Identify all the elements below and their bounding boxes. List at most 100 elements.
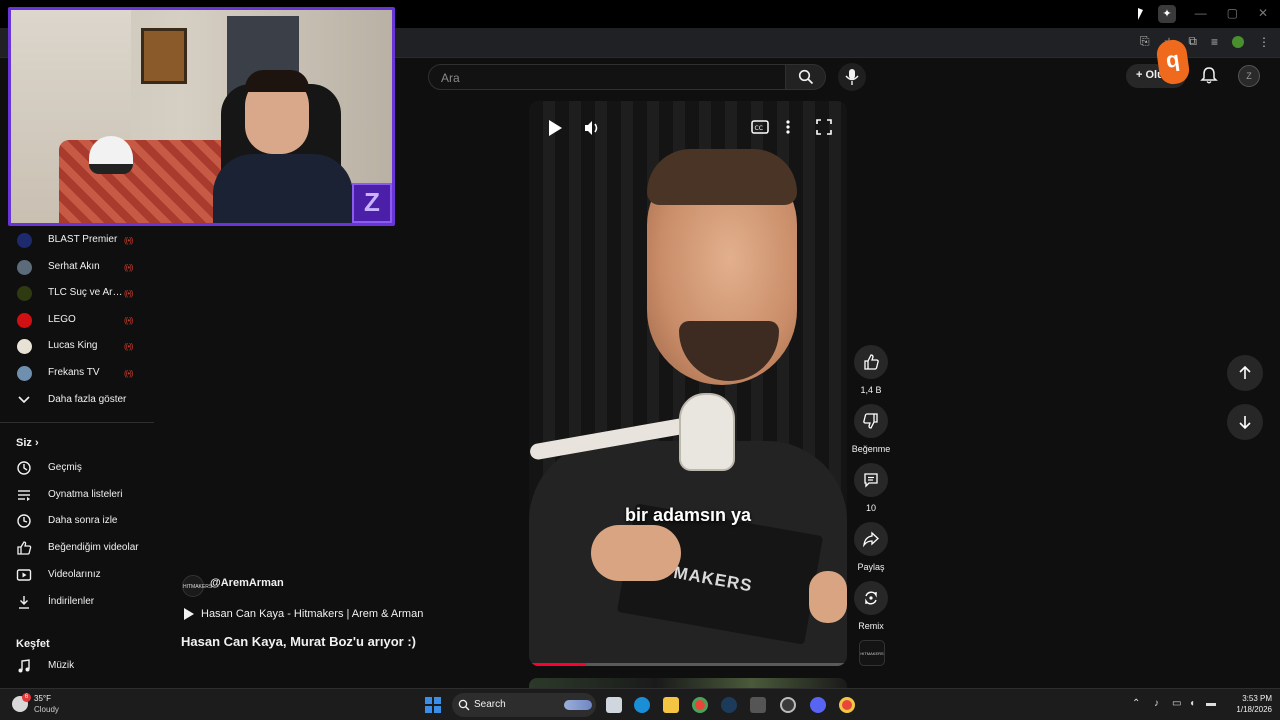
nav-item[interactable]: İndirilenler	[0, 590, 154, 616]
sound-source-avatar[interactable]: HITMAKERS	[859, 640, 885, 666]
chrome-profile-icon[interactable]	[839, 697, 855, 713]
sidebar-divider	[0, 422, 154, 423]
arrow-up-icon	[1239, 365, 1251, 379]
mute-button[interactable]	[583, 119, 603, 139]
show-more-label: Daha fazla göster	[48, 394, 127, 405]
taskbar-search[interactable]: Search	[452, 693, 596, 717]
thumbs-up-icon	[864, 354, 879, 370]
like-button[interactable]	[854, 345, 888, 379]
windows-start-icon[interactable]	[425, 697, 441, 713]
windows-taskbar: 6 35°F Cloudy Search ⌃ ♪ ▭ ◖ ▬ 3:53 PM 1…	[0, 688, 1280, 720]
microphone-icon[interactable]: ♪	[1154, 698, 1159, 709]
fullscreen-button[interactable]	[816, 119, 836, 139]
remix-icon	[865, 591, 877, 605]
history-icon	[17, 461, 31, 475]
nav-item[interactable]: Daha sonra izle	[0, 509, 154, 535]
discord-icon[interactable]	[810, 697, 826, 713]
subscription-item[interactable]: Frekans TV ((•))	[0, 361, 154, 387]
comments-action[interactable]: 10	[851, 463, 891, 513]
taskbar-clock[interactable]: 3:53 PM	[1226, 694, 1272, 703]
shorts-video-player[interactable]: HITMAKERS bir adamsın ya CC	[529, 101, 847, 666]
you-title-text: Siz	[16, 437, 32, 449]
dislike-button[interactable]	[854, 404, 888, 438]
battery-icon[interactable]: ▬	[1206, 698, 1216, 709]
extension-icon[interactable]: ✦	[1158, 5, 1176, 23]
nav-item-label: Müzik	[48, 660, 75, 671]
channel-avatar	[17, 339, 32, 355]
captions-button[interactable]: CC	[751, 119, 771, 139]
play-icon	[184, 608, 194, 620]
dislike-action[interactable]: Beğenme	[851, 404, 891, 454]
nav-item[interactable]: Beğendiğim videolar	[0, 536, 154, 562]
chevron-up-icon[interactable]: ⌃	[1132, 698, 1140, 709]
steam-icon[interactable]	[721, 697, 737, 713]
subscription-item[interactable]: BLAST Premier ((•))	[0, 228, 154, 254]
maximize-icon[interactable]: ▢	[1227, 6, 1238, 20]
fullscreen-icon	[816, 119, 832, 135]
music-icon	[18, 659, 30, 673]
speaker-icon[interactable]: ◖	[1189, 698, 1195, 709]
subscription-item[interactable]: TLC Suç ve Araştırma((•))	[0, 281, 154, 307]
close-icon[interactable]: ✕	[1258, 6, 1268, 20]
subscription-item[interactable]: LEGO ((•))	[0, 308, 154, 334]
channel-handle[interactable]: @AremArman	[210, 577, 284, 589]
avatar[interactable]: Z	[1238, 65, 1260, 87]
play-button[interactable]	[547, 119, 567, 139]
more-options-button[interactable]	[785, 119, 805, 139]
share-action[interactable]: Paylaş	[851, 522, 891, 572]
channel-avatar	[17, 233, 32, 248]
playlist-icon	[18, 489, 30, 501]
subscription-label: TLC Suç ve Araştırma	[48, 287, 126, 299]
voice-search-button[interactable]	[838, 63, 866, 91]
like-action[interactable]: 1,4 B	[851, 345, 891, 395]
task-view-icon[interactable]	[606, 697, 622, 713]
taskbar-date[interactable]: 1/18/2026	[1226, 705, 1272, 714]
browser-menu-icon[interactable]: ⋮	[1258, 35, 1270, 49]
window-controls: — ▢ ✕	[1195, 6, 1268, 20]
more-vertical-icon	[786, 120, 790, 134]
show-more-button[interactable]: Daha fazla göster	[0, 388, 154, 414]
nav-item[interactable]: Oynatma listeleri	[0, 483, 154, 509]
nav-item-label: Videolarınız	[48, 568, 101, 580]
video-subtitle: bir adamsın ya	[624, 505, 752, 525]
install-app-icon[interactable]: ⎘	[1140, 34, 1150, 49]
share-button[interactable]	[854, 522, 888, 556]
channel-avatar[interactable]: HITMAKERS	[182, 575, 212, 597]
nav-item[interactable]: Geçmiş	[0, 456, 154, 482]
svg-text:CC: CC	[755, 125, 763, 132]
app-icon[interactable]	[750, 697, 766, 713]
chrome-icon[interactable]	[692, 697, 708, 713]
remix-button[interactable]	[854, 581, 888, 615]
next-short-button[interactable]	[1227, 404, 1263, 440]
search-highlight-art	[564, 700, 592, 710]
nav-item[interactable]: Müzik	[0, 654, 154, 680]
nav-item[interactable]: Videolarınız	[0, 563, 154, 589]
profile-icon[interactable]	[1232, 35, 1244, 48]
nav-item-label: İndirilenler	[48, 595, 95, 607]
gear-icon[interactable]	[780, 697, 796, 713]
subscription-label: Lucas King	[48, 340, 98, 352]
minimize-icon[interactable]: —	[1195, 6, 1207, 20]
nav-item-label: Daha sonra izle	[48, 515, 118, 527]
notifications-bell-icon[interactable]	[1200, 66, 1220, 86]
video-progress-bar[interactable]	[529, 663, 847, 666]
remix-action[interactable]: Remix	[851, 581, 891, 631]
nav-item-label: Beğendiğim videolar	[48, 542, 139, 554]
related-video-link[interactable]: Hasan Can Kaya - Hitmakers | Arem & Arma…	[201, 608, 423, 620]
file-explorer-icon[interactable]	[663, 697, 679, 713]
webcam-painting	[141, 28, 187, 84]
search-button[interactable]	[786, 64, 826, 90]
subscription-item[interactable]: Lucas King ((•))	[0, 334, 154, 360]
you-section-title[interactable]: Siz ›	[16, 437, 39, 449]
subscription-item[interactable]: Serhat Akın ((•))	[0, 255, 154, 281]
video-title[interactable]: Hasan Can Kaya, Murat Boz'u arıyor :)	[181, 634, 416, 649]
extensions-icon[interactable]: ⧉	[1188, 34, 1197, 49]
weather-temperature[interactable]: 35°F	[34, 694, 51, 703]
comments-button[interactable]	[854, 463, 888, 497]
channel-avatar	[17, 366, 32, 381]
search-input[interactable]: Ara	[428, 64, 786, 90]
media-control-icon[interactable]: ≡	[1211, 35, 1218, 49]
edge-icon[interactable]	[634, 697, 650, 713]
monitor-icon[interactable]: ▭	[1172, 698, 1181, 709]
previous-short-button[interactable]	[1227, 355, 1263, 391]
